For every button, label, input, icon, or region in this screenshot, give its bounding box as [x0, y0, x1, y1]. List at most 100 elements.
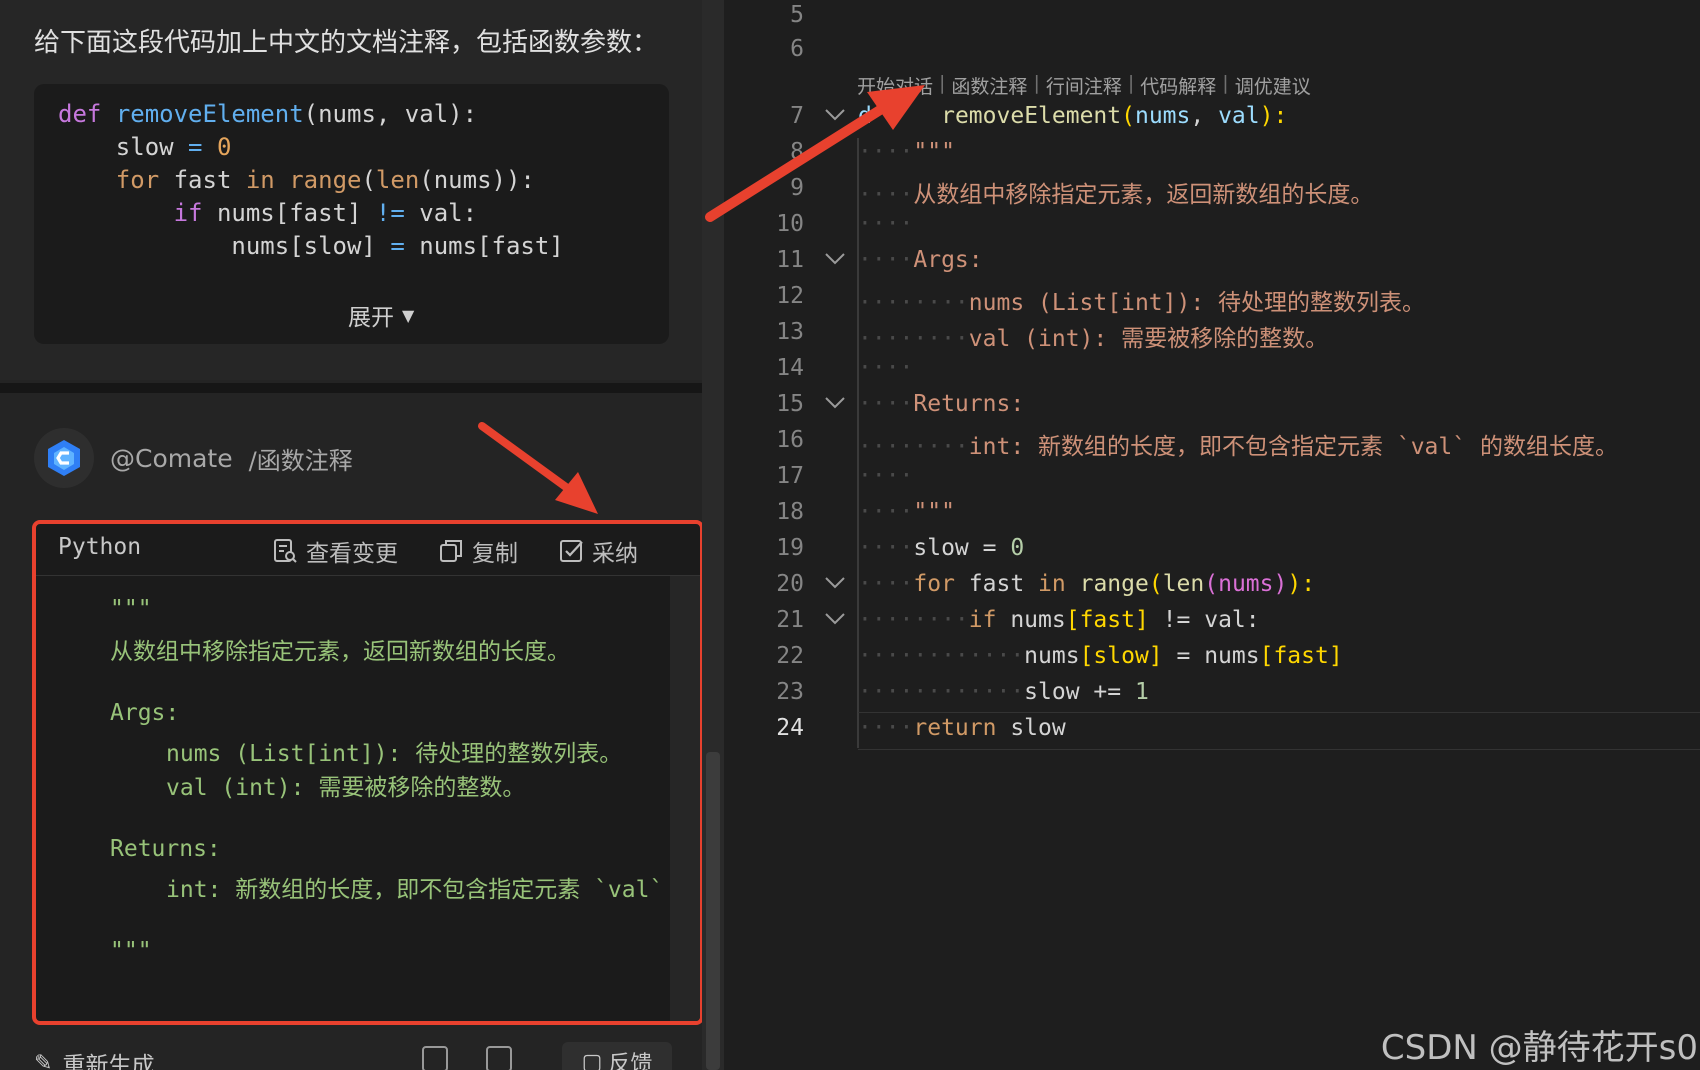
codelens-separator: |: [1127, 72, 1135, 94]
code-keyword: d: [858, 103, 872, 129]
codelens-inline-comment[interactable]: 行间注释: [1046, 72, 1122, 99]
response-scrollbar[interactable]: [670, 576, 700, 1021]
view-changes-button[interactable]: 查看变更: [272, 534, 398, 568]
user-code-block: def removeElement(nums, val): slow = 0 f…: [34, 84, 669, 344]
code-line-20: ····for fast in range(len(nums)):: [858, 571, 1315, 597]
code-text: ,: [1190, 103, 1219, 129]
code-operator: =: [188, 133, 203, 161]
whitespace-dots: ····: [858, 391, 914, 417]
code-editor[interactable]: 5 6 7 8 9 10 11 12 13 14 15 16 17 18 19 …: [724, 0, 1700, 1070]
code-string: Returns:: [913, 391, 1025, 417]
code-string: """: [913, 499, 955, 525]
code-line-8: ····""": [858, 139, 955, 165]
codelens-bar: 开始对话 | 函数注释 | 行间注释 | 代码解释 | 调优建议: [857, 72, 1311, 99]
codelens-separator: |: [1033, 72, 1040, 94]
fold-chevron-icon[interactable]: [824, 576, 846, 590]
accept-label: 采纳: [592, 541, 638, 567]
response-code-line: nums (List[int]): 待处理的整数列表。: [166, 741, 623, 767]
accept-button[interactable]: 采纳: [558, 534, 638, 568]
code-text: val:: [404, 199, 478, 227]
line-number: 10: [776, 211, 804, 237]
codelens-tuning-suggestion[interactable]: 调优建议: [1235, 72, 1311, 99]
whitespace-dots: ····: [858, 499, 914, 525]
checkbox-check-icon: [560, 540, 583, 562]
codelens-function-comment[interactable]: 函数注释: [951, 72, 1027, 99]
code-string: int: 新数组的长度，即不包含指定元素 `val` 的数组长度。: [968, 434, 1618, 460]
line-number: 13: [776, 319, 804, 345]
fold-chevron-icon[interactable]: [824, 612, 846, 626]
whitespace-dots: ····: [858, 182, 914, 208]
code-text: nums: [996, 607, 1066, 633]
response-code-line: val (int): 需要被移除的整数。: [166, 775, 526, 801]
feedback-button[interactable]: ▢ 反馈: [562, 1042, 672, 1070]
code-line-17: ····: [858, 463, 913, 489]
message-divider: [0, 383, 702, 393]
thumb-up-icon[interactable]: [422, 1046, 448, 1070]
code-line-10: ····: [858, 211, 913, 237]
line-number: 5: [790, 2, 804, 28]
regenerate-button[interactable]: ✎ 重新生成: [34, 1046, 154, 1070]
code-builtin: len: [375, 166, 420, 194]
line-number: 20: [776, 571, 804, 597]
codelens-code-explain[interactable]: 代码解释: [1140, 72, 1216, 99]
line-number: 22: [776, 643, 804, 669]
line-number: 11: [776, 247, 804, 273]
thumb-down-icon[interactable]: [486, 1046, 512, 1070]
fold-chevron-icon[interactable]: [824, 252, 846, 266]
line-number: 9: [790, 175, 804, 201]
user-code-line: nums[slow] = nums[fast]: [58, 232, 564, 260]
code-string: val (int): 需要被移除的整数。: [968, 326, 1329, 352]
response-code-line: int: 新数组的长度，即不包含指定元素 `val`: [166, 877, 664, 903]
codelens-start-chat[interactable]: 开始对话: [857, 72, 933, 99]
line-number: 17: [776, 463, 804, 489]
code-string: nums (List[int]): 待处理的整数列表。: [968, 290, 1426, 316]
whitespace-dots: ········: [858, 434, 969, 460]
code-text: nums[fast]: [404, 232, 564, 260]
feedback-label: 反馈: [608, 1052, 653, 1070]
whitespace-dots: ············: [858, 643, 1025, 669]
code-string: """: [913, 139, 955, 165]
whitespace-dots: ····: [858, 463, 914, 489]
code-text: (: [361, 166, 376, 194]
response-code-card: Python 查看变更 复制 采纳 """ 从数组中移除指定元素，返回新数组的长…: [32, 520, 702, 1025]
fold-chevron-icon[interactable]: [824, 108, 846, 122]
code-bracket: (: [1148, 571, 1163, 597]
code-line-12: ········nums (List[int]): 待处理的整数列表。: [858, 283, 1425, 317]
user-code-line: slow = 0: [58, 133, 232, 161]
code-text: (nums): [1204, 571, 1288, 597]
assistant-header: @Comate /函数注释: [34, 428, 353, 488]
codelens-separator: |: [1222, 72, 1229, 94]
copy-button[interactable]: 复制: [438, 534, 518, 568]
code-keyword: return: [913, 715, 997, 741]
fold-chevron-icon[interactable]: [824, 396, 846, 410]
chat-scrollbar-thumb[interactable]: [706, 752, 720, 1070]
line-number: 14: [776, 355, 804, 381]
whitespace-dots: ····: [858, 211, 914, 237]
code-text: fast: [159, 166, 246, 194]
chat-panel: 给下面这段代码加上中文的文档注释，包括函数参数： def removeEleme…: [0, 0, 702, 1070]
code-line-18: ····""": [858, 499, 955, 525]
user-message: 给下面这段代码加上中文的文档注释，包括函数参数： def removeEleme…: [0, 0, 702, 380]
expand-label: 展开: [348, 305, 394, 331]
codelens-separator: |: [939, 72, 946, 94]
assistant-name[interactable]: @Comate: [110, 444, 233, 473]
code-keyword: for: [913, 571, 955, 597]
line-number-active: 24: [776, 715, 804, 741]
code-parameter: nums: [1134, 103, 1191, 129]
line-number: 8: [790, 139, 804, 165]
line-number: 15: [776, 391, 804, 417]
code-function-name: removeElement: [115, 100, 304, 128]
code-text: != val:: [1148, 607, 1260, 633]
user-code-line: if nums[fast] != val:: [58, 199, 477, 227]
code-line-11: ····Args:: [858, 247, 983, 273]
comate-avatar: [34, 428, 94, 488]
response-code: """ 从数组中移除指定元素，返回新数组的长度。 Args: nums (Lis…: [36, 576, 672, 1021]
code-text: (nums)):: [419, 166, 535, 194]
whitespace-dots: ········: [858, 607, 969, 633]
expand-code-toggle[interactable]: 展开 ▼: [348, 298, 414, 332]
response-code-line: """: [110, 596, 152, 622]
code-number: 0: [1010, 535, 1025, 561]
code-keyword: if: [173, 199, 203, 227]
comate-logo-icon: [48, 440, 80, 476]
